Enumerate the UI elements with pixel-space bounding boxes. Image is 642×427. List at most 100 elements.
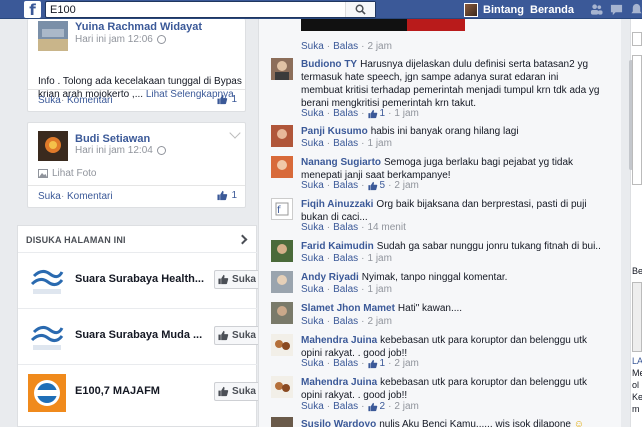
thumbs-up-icon (217, 190, 228, 201)
search-button[interactable] (345, 2, 375, 17)
comment-time[interactable]: 2 jam (394, 180, 418, 191)
rail-box[interactable] (632, 55, 642, 185)
comment-reply-link[interactable]: Balas (333, 358, 358, 369)
commenter-avatar[interactable] (271, 156, 293, 178)
like-count[interactable]: 1 (217, 190, 237, 201)
commenter-name[interactable]: Andy Riyadi (301, 272, 359, 283)
top-bar: f Bintang Beranda (0, 0, 642, 19)
rail-box[interactable] (632, 32, 642, 46)
comment-time[interactable]: 1 jam (368, 253, 392, 264)
separator: · (326, 41, 331, 52)
commenter-name[interactable]: Slamet Jhon Mamet (301, 303, 395, 314)
rail-image[interactable] (632, 282, 642, 352)
comment-time[interactable]: 2 jam (368, 316, 392, 327)
comment-like-link[interactable]: Suka (301, 358, 324, 369)
post-image-banner[interactable] (301, 19, 465, 31)
liked-page-name[interactable]: Suara Surabaya Health... (75, 273, 204, 285)
comment-like-count[interactable]: 2 (367, 401, 385, 412)
comment-like-count[interactable]: 1 (367, 358, 385, 369)
like-link[interactable]: Suka (38, 191, 61, 202)
post-author-name[interactable]: Yuina Rachmad Widayat (75, 21, 202, 33)
comment-like-link[interactable]: Suka (301, 138, 324, 149)
comment-like-link[interactable]: Suka (301, 222, 324, 233)
comment-reply-link[interactable]: Balas (333, 222, 358, 233)
comment-time[interactable]: 14 menit (368, 222, 406, 233)
commenter-avatar[interactable] (271, 240, 293, 262)
suara-surabaya-logo[interactable] (28, 262, 66, 300)
comment-time[interactable]: 1 jam (394, 108, 418, 119)
post-author-avatar[interactable] (38, 131, 68, 161)
comment-reply-link[interactable]: Balas (333, 41, 358, 52)
comment-time[interactable]: 2 jam (394, 401, 418, 412)
profile-link[interactable]: Bintang (464, 2, 524, 17)
like-count-text: 1 (231, 94, 237, 105)
home-link[interactable]: Beranda (530, 4, 574, 16)
rail-label: ol (632, 380, 640, 390)
comment-like-link[interactable]: Suka (301, 41, 324, 52)
comment-time[interactable]: 2 jam (368, 41, 392, 52)
liked-pages-heading[interactable]: DISUKA HALAMAN INI (26, 235, 126, 245)
comment-time[interactable]: 2 jam (394, 358, 418, 369)
commenter-name[interactable]: Susilo Wardoyo (301, 419, 376, 427)
friends-icon[interactable] (590, 3, 603, 16)
comment-reply-link[interactable]: Balas (333, 180, 358, 191)
post-author-name[interactable]: Budi Setiawan (75, 133, 150, 145)
like-page-button[interactable]: Suka (214, 382, 260, 401)
like-count[interactable]: 1 (217, 94, 237, 105)
comment-like-link[interactable]: Suka (301, 108, 324, 119)
commenter-name[interactable]: Nanang Sugiarto (301, 157, 381, 168)
commenter-avatar[interactable] (271, 417, 293, 427)
separator: · (361, 401, 365, 412)
rail-label[interactable]: LA (632, 356, 642, 366)
commenter-avatar[interactable] (271, 376, 293, 398)
like-page-button[interactable]: Suka (214, 270, 260, 289)
post-author-avatar[interactable] (38, 21, 68, 51)
comment-like-link[interactable]: Suka (301, 284, 324, 295)
comment-link[interactable]: Komentari (67, 95, 113, 106)
liked-page-name[interactable]: E100,7 MAJAFM (75, 385, 160, 397)
view-photo[interactable]: Lihat Foto (38, 168, 96, 179)
comment-like-link[interactable]: Suka (301, 180, 324, 191)
comment-reply-link[interactable]: Balas (333, 138, 358, 149)
e100-logo[interactable] (28, 374, 66, 412)
chevron-right-icon[interactable] (237, 234, 248, 245)
like-page-button[interactable]: Suka (214, 326, 260, 345)
commenter-avatar[interactable] (271, 334, 293, 356)
post-time-text: Hari ini jam 12:06 (75, 34, 153, 45)
comment-reply-link[interactable]: Balas (333, 401, 358, 412)
commenter-name[interactable]: Panji Kusumo (301, 126, 368, 137)
comment-like-link[interactable]: Suka (301, 253, 324, 264)
comment-meta: Suka · Balas · 2 jam (301, 41, 392, 52)
comment-like-link[interactable]: Suka (301, 316, 324, 327)
comment-link[interactable]: Komentari (67, 191, 113, 202)
comment-reply-link[interactable]: Balas (333, 316, 358, 327)
comment-like-count[interactable]: 5 (367, 180, 385, 191)
comment-reply-link[interactable]: Balas (333, 284, 358, 295)
messages-icon[interactable] (610, 3, 623, 16)
commenter-avatar[interactable] (271, 271, 293, 293)
comment-reply-link[interactable]: Balas (333, 108, 358, 119)
comment-reply-link[interactable]: Balas (333, 253, 358, 264)
commenter-name[interactable]: Fiqih Ainuzzaki (301, 199, 373, 210)
chevron-down-icon[interactable] (229, 127, 241, 139)
liked-page-name[interactable]: Suara Surabaya Muda ... (75, 329, 202, 341)
facebook-logo[interactable]: f (24, 1, 41, 18)
like-link[interactable]: Suka (38, 95, 61, 106)
commenter-name[interactable]: Mahendra Juina (301, 377, 377, 388)
commenter-avatar[interactable]: f (271, 198, 293, 220)
comment-like-count[interactable]: 1 (367, 108, 385, 119)
commenter-name[interactable]: Mahendra Juina (301, 335, 377, 346)
commenter-avatar[interactable] (271, 302, 293, 324)
commenter-avatar[interactable] (271, 58, 293, 80)
commenter-name[interactable]: Budiono TY (301, 59, 357, 70)
comment-time[interactable]: 1 jam (368, 138, 392, 149)
search-input[interactable] (46, 2, 346, 17)
suara-surabaya-logo[interactable] (28, 318, 66, 356)
comment-meta: Suka · Balas · 14 menit (301, 222, 406, 233)
separator: · (361, 222, 365, 233)
comment-like-link[interactable]: Suka (301, 401, 324, 412)
commenter-avatar[interactable] (271, 125, 293, 147)
notifications-icon[interactable] (630, 3, 642, 16)
commenter-name[interactable]: Farid Kaimudin (301, 241, 374, 252)
comment-time[interactable]: 1 jam (368, 284, 392, 295)
